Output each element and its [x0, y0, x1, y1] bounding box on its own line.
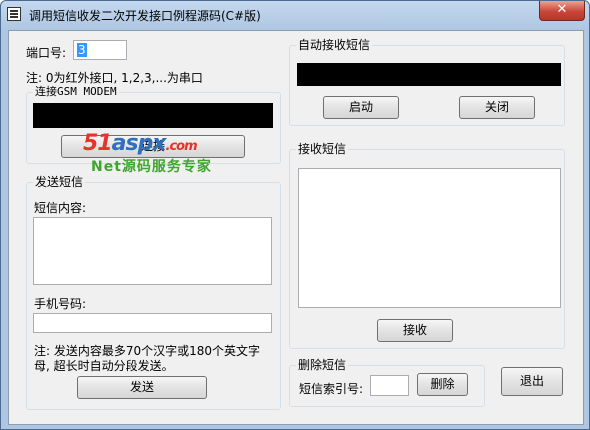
delete-button-label: 删除 [430, 377, 455, 391]
phone-label: 手机号码: [34, 297, 87, 311]
port-value: 3 [77, 43, 87, 57]
receive-button[interactable]: 接收 [377, 319, 453, 342]
send-group: 发送短信 短信内容: 手机号码: 注: 发送内容最多70个汉字或180个英文字 … [26, 175, 281, 410]
title-bar[interactable]: 调用短信收发二次开发接口例程源码(C#版) ✕ [1, 1, 589, 27]
auto-receive-group: 自动接收短信 启动 关闭 [289, 38, 565, 126]
port-input[interactable]: 3 [73, 40, 127, 60]
index-input[interactable] [370, 375, 409, 396]
port-label: 端口号: [26, 46, 67, 60]
auto-receive-status-display [297, 63, 561, 86]
gsm-status-display [33, 103, 273, 128]
delete-group-title: 删除短信 [296, 358, 349, 372]
index-label: 短信索引号: [299, 382, 364, 396]
close-window-button[interactable]: ✕ [539, 1, 585, 21]
watermark-logo: 51aspx.com [83, 131, 212, 156]
app-icon[interactable] [7, 7, 21, 21]
send-button[interactable]: 发送 [77, 376, 207, 399]
start-button-label: 启动 [348, 100, 373, 114]
port-note: 注: 0为红外接口, 1,2,3,...为串口 [26, 71, 203, 85]
auto-receive-group-title: 自动接收短信 [296, 38, 373, 52]
exit-button-label: 退出 [519, 374, 544, 388]
content-textarea[interactable] [33, 217, 272, 285]
watermark-aspx: aspx [111, 131, 167, 156]
send-group-title: 发送短信 [33, 175, 86, 189]
phone-input[interactable] [33, 313, 272, 333]
client-area: 端口号: 3 注: 0为红外接口, 1,2,3,...为串口 连接GSM MOD… [8, 30, 584, 425]
start-button[interactable]: 启动 [323, 96, 399, 119]
main-window: 调用短信收发二次开发接口例程源码(C#版) ✕ 端口号: 3 注: 0为红外接口… [0, 0, 590, 430]
close-icon: ✕ [556, 2, 568, 17]
watermark-com: .com [165, 139, 198, 154]
window-title: 调用短信收发二次开发接口例程源码(C#版) [29, 9, 261, 23]
content-label: 短信内容: [34, 201, 87, 215]
watermark-tagline: Net源码服务专家 [91, 159, 212, 175]
watermark: 51aspx.com Net源码服务专家 [83, 131, 212, 176]
delete-group: 删除短信 短信索引号: 删除 [289, 358, 485, 407]
send-note-line2: 母, 超长时自动分段发送。 [34, 359, 174, 373]
receive-group-title: 接收短信 [296, 142, 349, 156]
watermark-51: 51 [83, 131, 113, 156]
gsm-group-title: 连接GSM MODEM [33, 85, 119, 99]
stop-button[interactable]: 关闭 [459, 96, 535, 119]
send-button-label: 发送 [129, 380, 154, 394]
delete-button[interactable]: 删除 [417, 373, 468, 396]
receive-group: 接收短信 接收 [289, 142, 565, 349]
receive-textarea[interactable] [298, 168, 561, 308]
receive-button-label: 接收 [402, 323, 427, 337]
stop-button-label: 关闭 [484, 100, 509, 114]
exit-button[interactable]: 退出 [501, 367, 563, 396]
